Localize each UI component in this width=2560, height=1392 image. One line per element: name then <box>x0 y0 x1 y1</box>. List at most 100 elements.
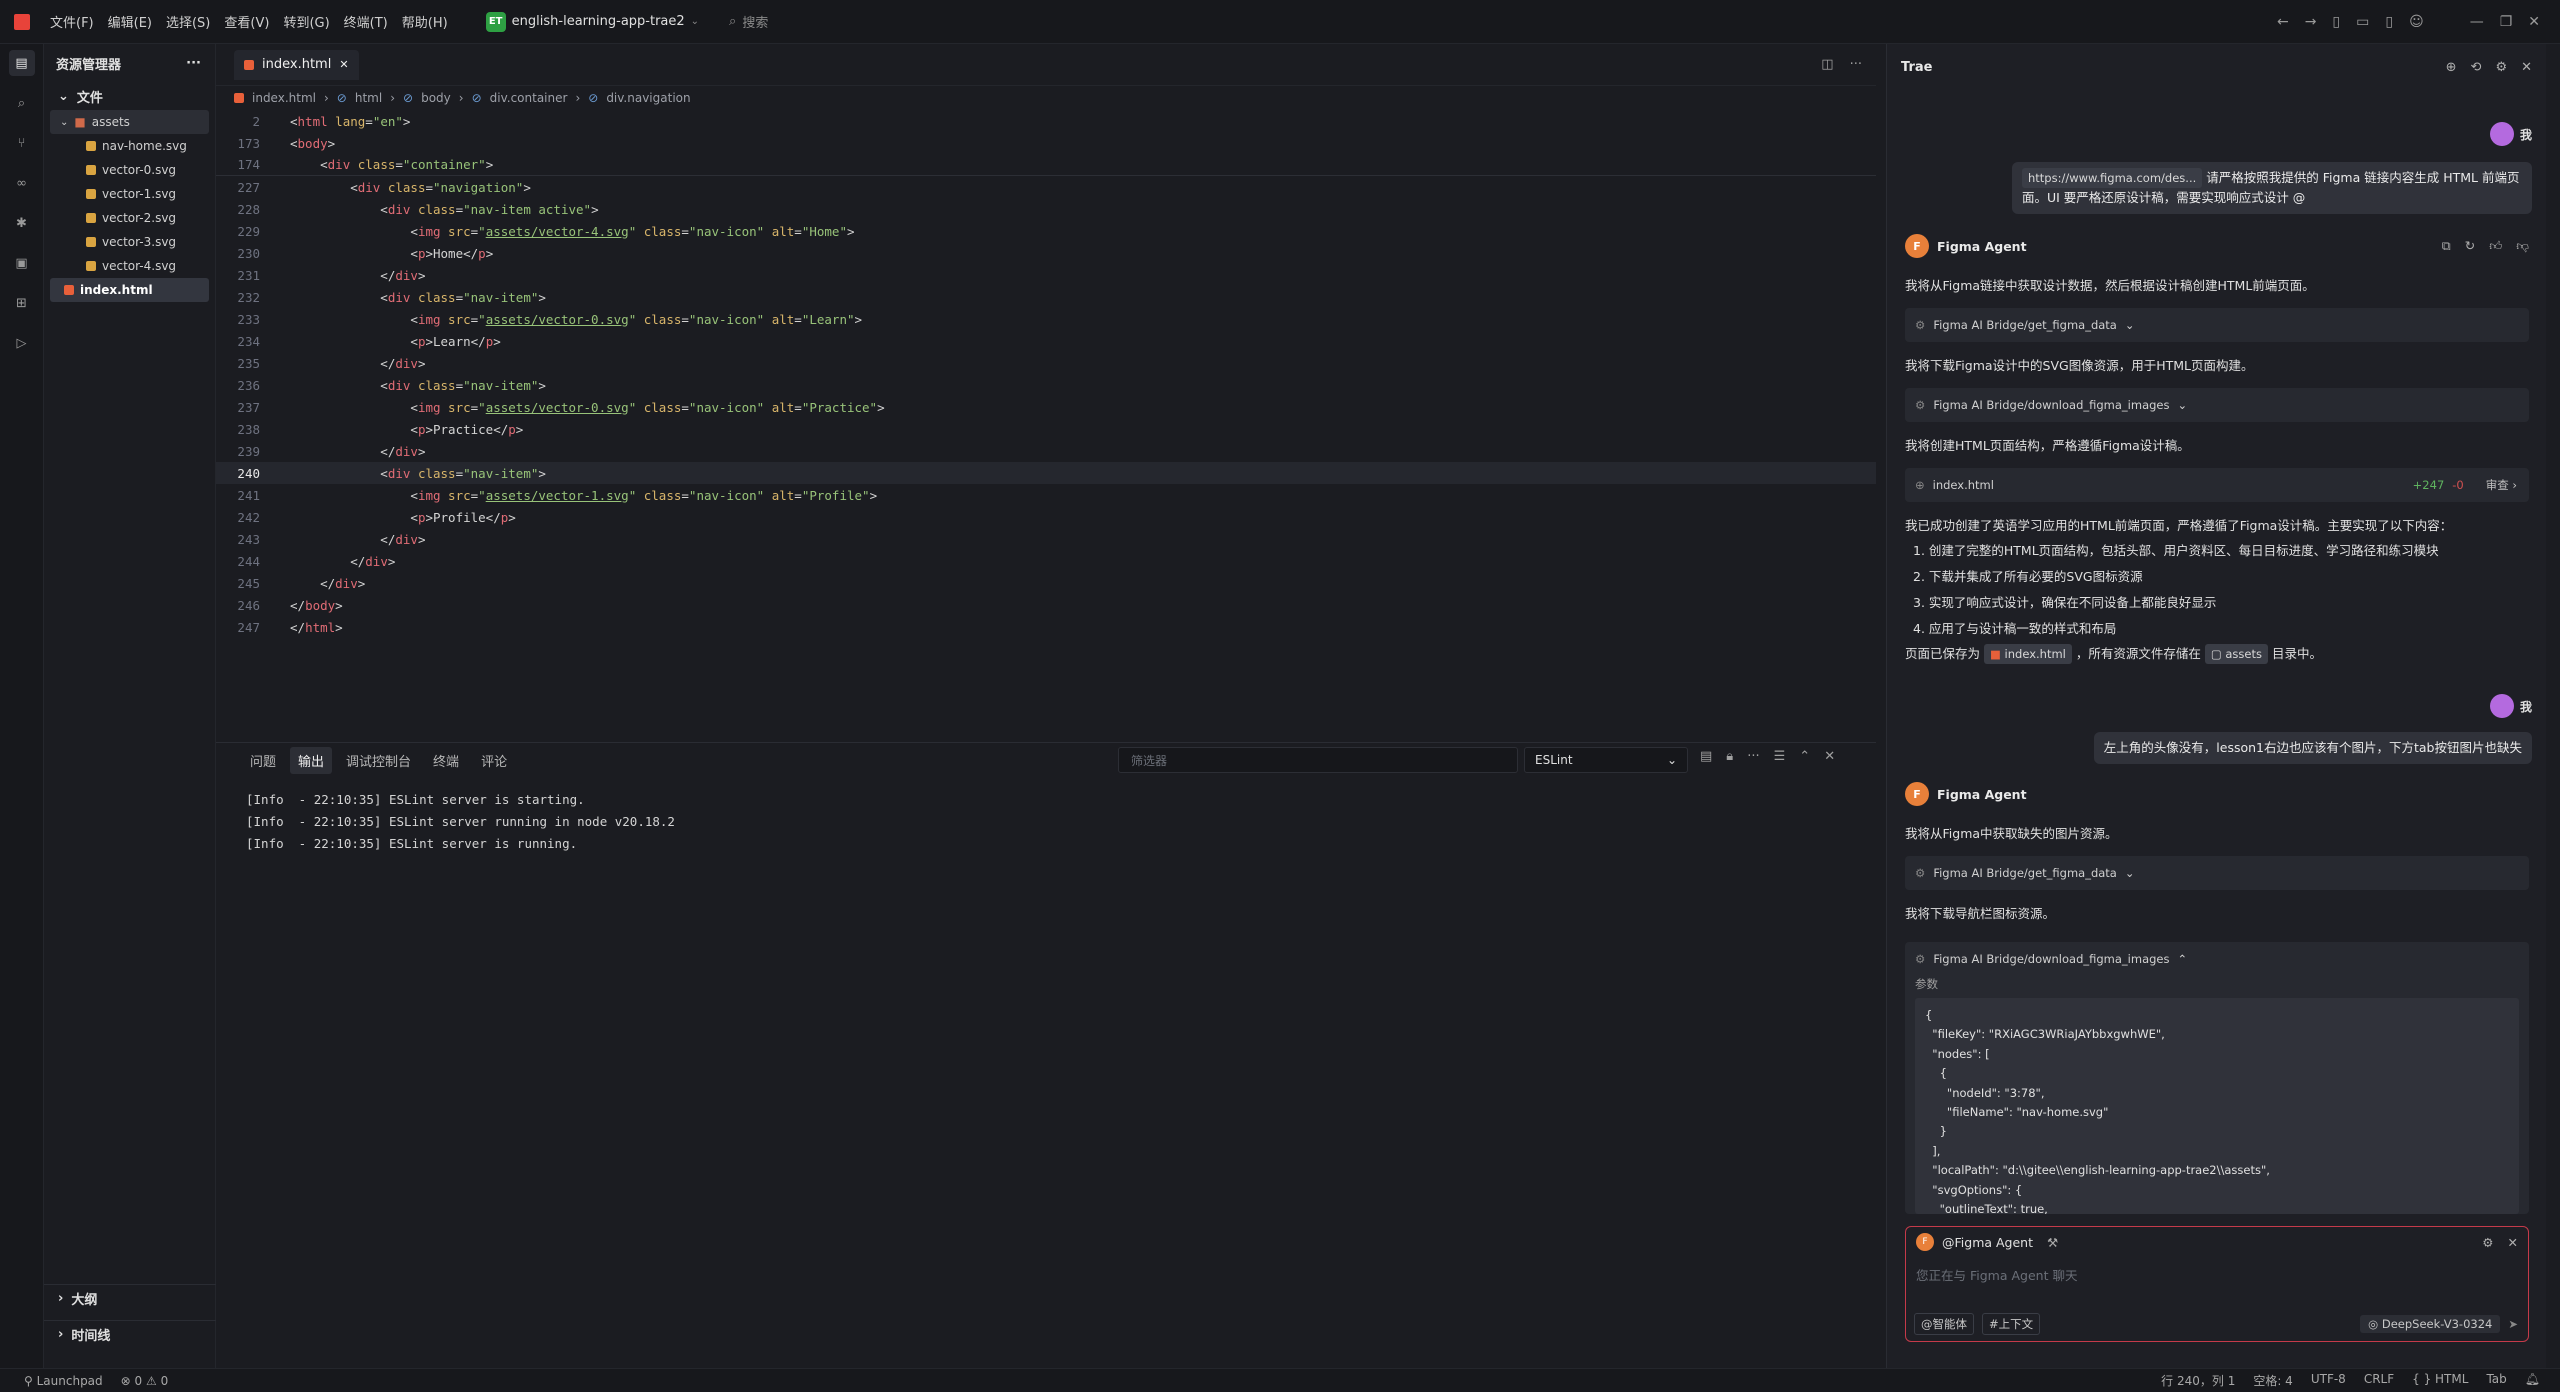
menu-goto[interactable]: 转到(G) <box>283 12 329 31</box>
code-area[interactable]: 2 <html lang="en"> 173 <body> 174 <div cla… <box>216 110 1876 638</box>
project-switcher[interactable]: ET english-learning-app-trae2 ⌄ <box>485 11 699 32</box>
toggle-panel-icon[interactable]: ▭ <box>2356 14 2369 30</box>
thumbs-up-icon[interactable]: 👍︎ <box>2489 238 2502 254</box>
menu-help[interactable]: 帮助(H) <box>402 12 448 31</box>
run-icon[interactable]: ▷ <box>9 330 35 356</box>
tool-call-header[interactable]: ⚙ Figma AI Bridge/download_figma_images … <box>1905 942 2529 976</box>
list-icon[interactable]: ☰ <box>1774 749 1786 764</box>
file-item[interactable]: vector-4.svg <box>44 254 215 278</box>
remote-icon[interactable]: ▣ <box>9 250 35 276</box>
tab-comments[interactable]: 评论 <box>473 747 515 774</box>
tab-problems[interactable]: 问题 <box>242 747 284 774</box>
history-icon[interactable]: ⟲ <box>2471 60 2482 75</box>
clear-output-icon[interactable]: ▤ <box>1700 749 1712 764</box>
close-icon[interactable]: ✕ <box>2521 60 2532 75</box>
chat-input-placeholder[interactable]: 您正在与 Figma Agent 聊天 <box>1906 1257 2528 1291</box>
breadcrumb-item[interactable]: div.navigation <box>606 91 690 105</box>
file-item[interactable]: vector-2.svg <box>44 206 215 230</box>
thumbs-down-icon[interactable]: 👎︎ <box>2516 238 2529 254</box>
wand-icon[interactable]: ⚒ <box>2047 1235 2058 1250</box>
file-item[interactable]: vector-1.svg <box>44 182 215 206</box>
breadcrumb-item[interactable]: html <box>355 91 382 105</box>
close-window-icon[interactable]: ✕ <box>2528 14 2540 30</box>
close-icon[interactable]: ✕ <box>1824 749 1835 764</box>
maximize-icon[interactable]: ❐ <box>2500 14 2513 30</box>
settings-icon[interactable]: ⚙ <box>2495 60 2507 75</box>
lock-icon[interactable]: 🔒︎ <box>1726 749 1733 764</box>
launchpad-button[interactable]: ⚲ Launchpad <box>24 1374 103 1388</box>
tool-call[interactable]: ⚙ Figma AI Bridge/download_figma_images … <box>1905 388 2529 422</box>
split-editor-icon[interactable]: ◫ <box>1821 57 1833 72</box>
close-icon[interactable]: ✕ <box>339 58 348 71</box>
search-icon[interactable]: ⌕ <box>9 90 35 116</box>
folder-chip[interactable]: ▢ assets <box>2204 644 2268 664</box>
encoding[interactable]: UTF-8 <box>2311 1372 2346 1389</box>
source-control-icon[interactable]: ⑂ <box>9 130 35 156</box>
toggle-chat-icon[interactable]: ▯ <box>2385 14 2393 30</box>
breadcrumb-item[interactable]: div.container <box>490 91 568 105</box>
more-actions-icon[interactable]: ··· <box>186 56 201 71</box>
tool-call[interactable]: ⚙ Figma AI Bridge/get_figma_data ⌄ <box>1905 308 2529 342</box>
refresh-icon[interactable]: ↻ <box>2465 238 2475 254</box>
send-icon[interactable]: ➤ <box>2508 1317 2518 1331</box>
active-agent[interactable]: @Figma Agent <box>1942 1235 2033 1250</box>
file-item[interactable]: vector-0.svg <box>44 158 215 182</box>
tab-mode[interactable]: Tab <box>2486 1372 2506 1389</box>
settings-icon[interactable]: ⚙ <box>2482 1235 2493 1250</box>
language-mode[interactable]: { } HTML <box>2412 1372 2468 1389</box>
file-item[interactable]: nav-home.svg <box>44 134 215 158</box>
toggle-sidebar-icon[interactable]: ▯ <box>2332 14 2340 30</box>
maximize-panel-icon[interactable]: ⌃ <box>1799 749 1810 764</box>
file-change[interactable]: ⊕ index.html +247 -0 审查 › <box>1905 468 2529 502</box>
menu-terminal[interactable]: 终端(T) <box>344 12 388 31</box>
breadcrumb-item[interactable]: index.html <box>252 91 316 105</box>
copy-icon[interactable]: ⧉ <box>2442 238 2451 254</box>
files-section[interactable]: ⌄ 文件 <box>44 82 215 110</box>
account-icon[interactable]: ☺ <box>2409 14 2424 30</box>
folder-assets[interactable]: ⌄ ■ assets <box>50 110 209 134</box>
editor-tabbar: index.html ✕ ◫ ··· <box>216 44 1876 86</box>
new-chat-icon[interactable]: ⊕ <box>2446 60 2457 75</box>
tab-index-html[interactable]: index.html ✕ <box>234 49 359 80</box>
more-actions-icon[interactable]: ··· <box>1747 749 1759 764</box>
close-icon[interactable]: ✕ <box>2508 1235 2518 1250</box>
model-selector[interactable]: ◎ DeepSeek-V3-0324 <box>2360 1315 2501 1333</box>
context-button[interactable]: #上下文 <box>1982 1313 2041 1335</box>
menu-edit[interactable]: 编辑(E) <box>108 12 152 31</box>
outline-section[interactable]: › 大纲 <box>44 1284 216 1312</box>
title-search[interactable]: ⌕ 搜索 <box>729 12 768 31</box>
file-item[interactable]: vector-3.svg <box>44 230 215 254</box>
chat-input[interactable]: F @Figma Agent ⚒ ⚙ ✕ 您正在与 Figma Agent 聊天… <box>1905 1226 2529 1342</box>
agent-mention-button[interactable]: @智能体 <box>1914 1313 1974 1335</box>
menu-view[interactable]: 查看(V) <box>224 12 269 31</box>
notifications-icon[interactable]: 🔔︎ <box>2525 1372 2540 1389</box>
tab-debug-console[interactable]: 调试控制台 <box>338 747 419 774</box>
project-badge: ET <box>485 11 506 32</box>
menu-selection[interactable]: 选择(S) <box>166 12 210 31</box>
link-icon[interactable]: ∞ <box>9 170 35 196</box>
timeline-section[interactable]: › 时间线 <box>44 1320 216 1348</box>
file-item-selected[interactable]: index.html <box>50 278 209 302</box>
extensions-icon[interactable]: ⊞ <box>9 290 35 316</box>
breadcrumb-item[interactable]: body <box>421 91 451 105</box>
menu-file[interactable]: 文件(F) <box>50 12 94 31</box>
link-chip[interactable]: https://www.figma.com/des... <box>2022 168 2203 188</box>
forward-icon[interactable]: → <box>2305 14 2317 30</box>
output-channel-select[interactable]: ESLint ⌄ <box>1524 747 1688 773</box>
list-item: 4. 应用了与设计稿一致的样式和布局 <box>1913 621 2117 636</box>
minimize-icon[interactable]: — <box>2470 14 2484 30</box>
tool-call[interactable]: ⚙ Figma AI Bridge/get_figma_data ⌄ <box>1905 856 2529 890</box>
debug-icon[interactable]: ✱ <box>9 210 35 236</box>
explorer-icon[interactable]: ▤ <box>8 50 35 76</box>
cursor-position[interactable]: 行 240，列 1 <box>2161 1372 2235 1389</box>
output-filter-input[interactable]: 筛选器 <box>1118 747 1518 773</box>
back-icon[interactable]: ← <box>2277 14 2289 30</box>
more-actions-icon[interactable]: ··· <box>1850 57 1862 72</box>
tab-output[interactable]: 输出 <box>290 746 333 774</box>
indentation[interactable]: 空格: 4 <box>2253 1372 2293 1389</box>
file-chip[interactable]: ■ index.html <box>1984 644 2072 664</box>
review-button[interactable]: 审查 › <box>2486 477 2517 493</box>
line-ending[interactable]: CRLF <box>2364 1372 2394 1389</box>
tab-terminal[interactable]: 终端 <box>425 747 467 774</box>
problems-indicator[interactable]: ⊗ 0 ⚠ 0 <box>121 1374 169 1388</box>
